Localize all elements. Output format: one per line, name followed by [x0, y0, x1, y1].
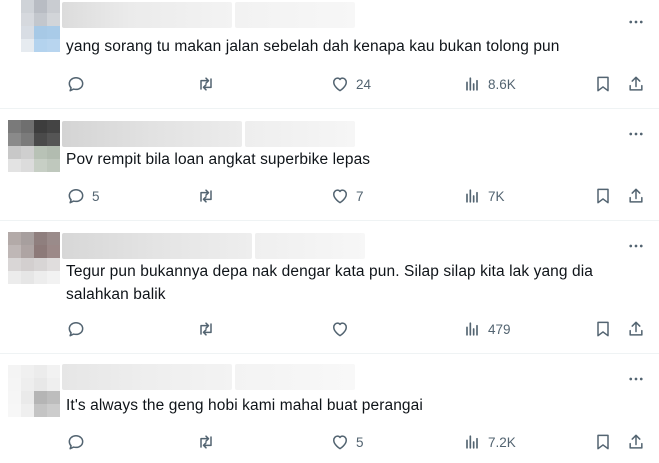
like-count: 24 [356, 76, 372, 92]
bookmark-button[interactable] [593, 430, 613, 454]
action-bar: 479 [0, 317, 659, 341]
author-name-blurred[interactable] [62, 121, 242, 147]
views-button[interactable]: 7.2K [462, 430, 516, 454]
bookmark-icon [597, 434, 609, 450]
action-bar: 24 8.6K [0, 72, 659, 96]
like-count: 7 [356, 188, 364, 204]
views-button[interactable]: 8.6K [462, 72, 516, 96]
author-handle-blurred [245, 121, 355, 147]
like-button[interactable]: 5 [330, 430, 364, 454]
bookmark-icon [597, 76, 609, 92]
reply-count: 5 [92, 188, 100, 204]
reply-bubble-icon [68, 77, 84, 92]
avatar[interactable] [8, 232, 60, 284]
bookmark-icon [597, 321, 609, 337]
share-button[interactable] [626, 184, 646, 208]
author-handle-blurred [255, 233, 365, 259]
repost-button[interactable] [196, 430, 222, 454]
reply-bubble-icon [68, 322, 84, 337]
replies-feed: yang sorang tu makan jalan sebelah dah k… [0, 0, 659, 463]
reply-item[interactable]: yang sorang tu makan jalan sebelah dah k… [0, 0, 659, 108]
views-count: 8.6K [488, 76, 516, 92]
avatar[interactable] [8, 365, 60, 417]
heart-icon [333, 189, 347, 204]
heart-icon [333, 435, 347, 450]
bookmark-button[interactable] [593, 184, 613, 208]
author-handle-blurred [235, 2, 355, 28]
share-upload-icon [629, 76, 643, 91]
repost-arrows-icon [200, 435, 212, 449]
share-button[interactable] [626, 72, 646, 96]
views-bar-chart-icon [466, 435, 478, 449]
reply-button[interactable] [66, 430, 92, 454]
action-bar: 5 7.2K [0, 430, 659, 454]
author-handle-blurred [235, 364, 355, 390]
avatar[interactable] [8, 120, 60, 172]
repost-arrows-icon [200, 322, 212, 336]
more-icon[interactable] [625, 368, 647, 390]
like-button[interactable] [330, 317, 356, 341]
more-icon[interactable] [625, 123, 647, 145]
share-button[interactable] [626, 317, 646, 341]
repost-button[interactable] [196, 317, 222, 341]
views-button[interactable]: 479 [462, 317, 511, 341]
repost-button[interactable] [196, 184, 222, 208]
heart-icon [333, 322, 347, 337]
bookmark-button[interactable] [593, 72, 613, 96]
author-name-blurred[interactable] [62, 233, 252, 259]
reply-item[interactable]: It's always the geng hobi kami mahal bua… [0, 354, 659, 463]
views-count: 479 [488, 321, 511, 337]
more-icon[interactable] [625, 11, 647, 33]
repost-arrows-icon [200, 77, 212, 91]
reply-text: Pov rempit bila loan angkat superbike le… [66, 151, 371, 168]
share-upload-icon [629, 188, 643, 203]
reply-bubble-icon [68, 435, 84, 450]
author-name-blurred[interactable] [62, 364, 232, 390]
views-count: 7K [488, 188, 505, 204]
share-button[interactable] [626, 430, 646, 454]
avatar[interactable] [8, 0, 60, 52]
like-button[interactable]: 24 [330, 72, 371, 96]
views-bar-chart-icon [466, 189, 478, 203]
reply-bubble-icon [68, 189, 84, 204]
bookmark-icon [597, 188, 609, 204]
repost-arrows-icon [200, 189, 212, 203]
bookmark-button[interactable] [593, 317, 613, 341]
more-icon[interactable] [625, 235, 647, 257]
share-upload-icon [629, 321, 643, 336]
like-button[interactable]: 7 [330, 184, 364, 208]
reply-item[interactable]: Tegur pun bukannya depa nak dengar kata … [0, 221, 659, 353]
reply-item[interactable]: Pov rempit bila loan angkat superbike le… [0, 109, 659, 220]
heart-icon [333, 77, 347, 92]
views-bar-chart-icon [466, 77, 478, 91]
reply-button[interactable]: 5 [66, 184, 100, 208]
views-button[interactable]: 7K [462, 184, 505, 208]
repost-button[interactable] [196, 72, 222, 96]
views-bar-chart-icon [466, 322, 478, 336]
author-name-blurred[interactable] [62, 2, 232, 28]
reply-text: It's always the geng hobi kami mahal bua… [66, 397, 423, 414]
reply-text: Tegur pun bukannya depa nak dengar kata … [66, 263, 594, 303]
like-count: 5 [356, 434, 364, 450]
views-count: 7.2K [488, 434, 516, 450]
share-upload-icon [629, 434, 643, 449]
reply-text: yang sorang tu makan jalan sebelah dah k… [66, 38, 560, 55]
reply-button[interactable] [66, 72, 92, 96]
reply-button[interactable] [66, 317, 92, 341]
action-bar: 5 7 7K [0, 184, 659, 208]
